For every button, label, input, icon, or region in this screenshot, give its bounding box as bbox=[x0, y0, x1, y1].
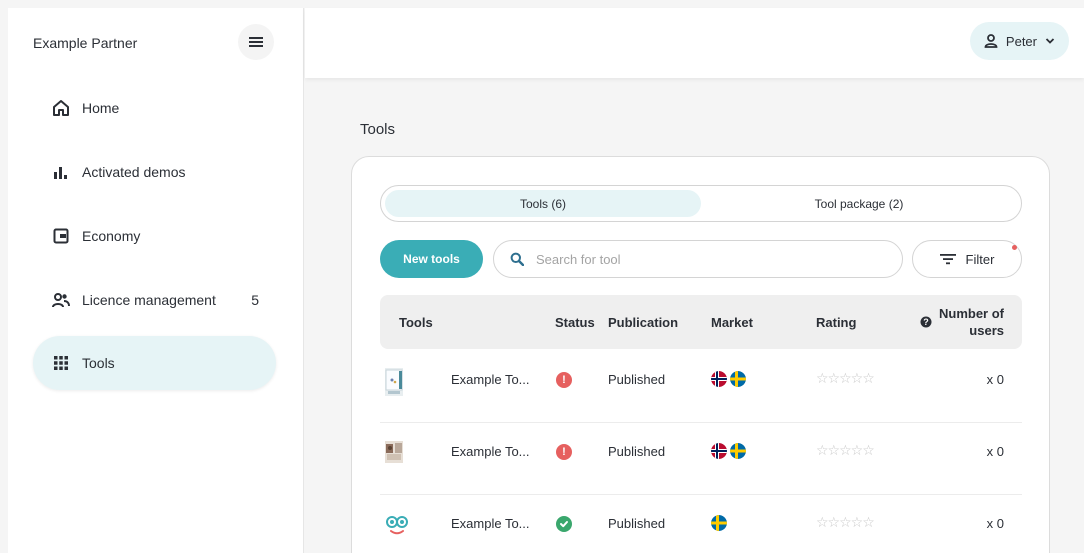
sidebar-item-label: Home bbox=[82, 100, 120, 116]
home-icon bbox=[51, 98, 71, 118]
column-header-market[interactable]: Market bbox=[711, 315, 753, 330]
filter-button[interactable]: Filter bbox=[912, 240, 1022, 278]
sidebar-item-label: Economy bbox=[82, 228, 141, 244]
market-flags bbox=[711, 515, 727, 531]
market-flags bbox=[711, 371, 746, 387]
licence-count-badge: 5 bbox=[251, 292, 259, 308]
search-box bbox=[493, 240, 903, 278]
sidebar-item-label: Activated demos bbox=[82, 164, 186, 180]
column-header-publication[interactable]: Publication bbox=[608, 315, 678, 330]
users-count: x 0 bbox=[986, 516, 1004, 531]
norway-flag-icon bbox=[711, 443, 727, 459]
table-row[interactable]: Example To... ! Published ☆☆☆☆☆ x 0 bbox=[380, 423, 1022, 495]
rating-stars: ☆☆☆☆☆ bbox=[816, 442, 875, 458]
user-menu-button[interactable]: Peter bbox=[969, 22, 1069, 60]
help-icon[interactable]: ? bbox=[920, 316, 932, 331]
tools-card: Tools (6) Tool package (2) New tools Fil… bbox=[351, 156, 1050, 553]
grid-icon bbox=[51, 353, 71, 373]
status-warning-icon: ! bbox=[556, 444, 572, 460]
table-row[interactable]: Example To... ! Published ☆☆☆☆☆ x 0 bbox=[380, 351, 1022, 423]
sidebar-item-activated-demos[interactable]: Activated demos bbox=[33, 145, 276, 199]
brand-name: Example Partner bbox=[33, 35, 138, 51]
sweden-flag-icon bbox=[730, 443, 746, 459]
tool-thumbnail bbox=[385, 441, 403, 463]
publication-status: Published bbox=[608, 372, 666, 387]
filter-label: Filter bbox=[965, 251, 995, 267]
search-input[interactable] bbox=[536, 251, 866, 267]
users-icon bbox=[51, 290, 71, 310]
column-header-tools[interactable]: Tools bbox=[399, 315, 433, 330]
tab-switcher: Tools (6) Tool package (2) bbox=[380, 185, 1022, 222]
search-icon bbox=[510, 252, 524, 266]
page-title: Tools bbox=[360, 121, 396, 138]
sidebar-item-tools[interactable]: Tools bbox=[33, 336, 276, 390]
column-header-rating[interactable]: Rating bbox=[816, 315, 856, 330]
top-bar: Peter bbox=[305, 8, 1084, 78]
rating-stars: ☆☆☆☆☆ bbox=[816, 514, 875, 530]
rating-stars: ☆☆☆☆☆ bbox=[816, 370, 875, 386]
users-count: x 0 bbox=[986, 372, 1004, 387]
tab-tools[interactable]: Tools (6) bbox=[385, 190, 701, 217]
sidebar-item-economy[interactable]: Economy bbox=[33, 209, 276, 263]
user-name: Peter bbox=[1005, 33, 1037, 49]
column-header-status[interactable]: Status bbox=[555, 315, 595, 330]
filter-active-dot bbox=[1012, 245, 1017, 250]
sidebar-item-label: Tools bbox=[82, 355, 115, 371]
sidebar-item-label: Licence management bbox=[82, 292, 216, 308]
sidebar-item-home[interactable]: Home bbox=[33, 81, 276, 135]
market-flags bbox=[711, 443, 746, 459]
column-header-number-of-users[interactable]: Number of users bbox=[934, 305, 1004, 339]
norway-flag-icon bbox=[711, 371, 727, 387]
status-warning-icon: ! bbox=[556, 372, 572, 388]
sidebar: Example Partner Home Activated demos Eco… bbox=[8, 8, 304, 553]
tool-name[interactable]: Example To... bbox=[451, 444, 530, 459]
table-row[interactable]: Example To... Published ☆☆☆☆☆ x 0 bbox=[380, 495, 1022, 553]
status-ok-icon bbox=[556, 516, 572, 532]
wallet-icon bbox=[51, 226, 71, 246]
user-icon bbox=[984, 34, 998, 48]
new-tools-button[interactable]: New tools bbox=[380, 240, 483, 278]
publication-status: Published bbox=[608, 444, 666, 459]
sidebar-item-licence-management[interactable]: Licence management 5 bbox=[33, 273, 276, 327]
tool-name[interactable]: Example To... bbox=[451, 516, 530, 531]
hamburger-icon bbox=[249, 37, 263, 47]
tool-thumbnail bbox=[386, 516, 408, 535]
tool-name[interactable]: Example To... bbox=[451, 372, 530, 387]
svg-text:?: ? bbox=[923, 317, 929, 327]
sweden-flag-icon bbox=[730, 371, 746, 387]
menu-toggle-button[interactable] bbox=[238, 24, 274, 60]
publication-status: Published bbox=[608, 516, 666, 531]
filter-icon bbox=[939, 254, 956, 265]
table-header: Tools Status Publication Market Rating ?… bbox=[380, 295, 1022, 349]
users-count: x 0 bbox=[986, 444, 1004, 459]
sweden-flag-icon bbox=[711, 515, 727, 531]
tool-thumbnail bbox=[385, 368, 403, 396]
tab-tool-package[interactable]: Tool package (2) bbox=[701, 190, 1017, 217]
chevron-down-icon bbox=[1045, 38, 1055, 44]
bar-chart-icon bbox=[51, 162, 71, 182]
